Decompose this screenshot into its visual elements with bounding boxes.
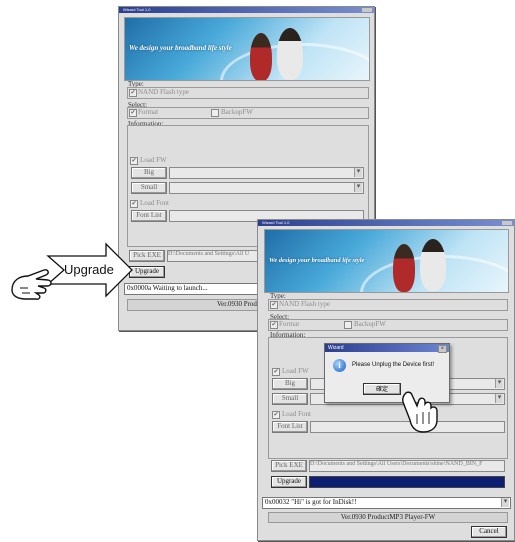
- upgrade-progress-bar: [309, 476, 505, 488]
- banner-person-man: [420, 239, 446, 291]
- dialog-titlebar[interactable]: Wizard: [325, 344, 449, 352]
- select-group: ✔ Format BackupFW: [268, 319, 508, 331]
- banner-slogan: We design your broadband life style: [269, 257, 365, 264]
- load-fw-checkbox[interactable]: ✔: [130, 157, 138, 165]
- type-radio[interactable]: ✔: [270, 301, 278, 309]
- load-font-checkbox[interactable]: ✔: [130, 200, 138, 208]
- version-label: Ver.0930 ProductMP3 Player-FW: [268, 512, 508, 523]
- window-title: Wizard Tool 1.0: [262, 220, 290, 225]
- dialog-ok-button[interactable]: 確定: [363, 383, 401, 395]
- load-fw-label: Load FW: [140, 156, 167, 164]
- small-button[interactable]: Small: [131, 182, 167, 194]
- info-icon: i: [333, 359, 346, 372]
- load-fw-checkbox[interactable]: ✔: [272, 368, 280, 376]
- load-font-label: Load Font: [282, 410, 311, 418]
- window-titlebar[interactable]: Wizard Tool 1.0: [119, 7, 374, 13]
- wizard-window-front: Wizard Tool 1.0 We design your broadband…: [257, 219, 515, 541]
- status-field[interactable]: 0x00032 "Hi" is got for InDisk!!: [262, 497, 511, 509]
- window-controls[interactable]: [502, 221, 512, 225]
- window-controls[interactable]: [362, 8, 372, 12]
- dialog-title: Wizard: [328, 345, 344, 351]
- big-fw-select[interactable]: [169, 167, 364, 179]
- backup-checkbox[interactable]: [344, 321, 352, 329]
- banner-image: We design your broadband life style: [124, 17, 370, 81]
- window-title: Wizard Tool 1.0: [123, 7, 151, 12]
- format-checkbox[interactable]: ✔: [270, 321, 278, 329]
- big-button[interactable]: Big: [272, 378, 308, 390]
- small-button[interactable]: Small: [272, 393, 308, 405]
- font-list-button[interactable]: Font List: [131, 210, 167, 222]
- banner-person-woman: [250, 33, 272, 80]
- format-label: Format: [138, 108, 159, 116]
- font-list-button[interactable]: Font List: [272, 421, 308, 433]
- format-label: Format: [279, 320, 300, 328]
- format-checkbox[interactable]: ✔: [129, 109, 137, 117]
- type-radio[interactable]: ✔: [129, 89, 137, 97]
- pick-exe-button[interactable]: Pick EXE: [271, 460, 307, 472]
- load-font-label: Load Font: [140, 199, 169, 207]
- backup-checkbox[interactable]: [211, 109, 219, 117]
- backup-label: BackupFW: [354, 320, 386, 328]
- backup-label: BackupFW: [221, 108, 253, 116]
- banner-person-man: [277, 28, 303, 80]
- load-fw-label: Load FW: [282, 367, 309, 375]
- type-group: ✔ NAND Flash type: [268, 299, 508, 311]
- upgrade-button[interactable]: Upgrade: [271, 476, 307, 488]
- window-titlebar[interactable]: Wizard Tool 1.0: [258, 220, 514, 226]
- small-fw-select[interactable]: [169, 182, 364, 194]
- load-font-checkbox[interactable]: ✔: [272, 411, 280, 419]
- select-group: ✔ Format BackupFW: [127, 107, 369, 119]
- banner-person-woman: [393, 244, 415, 292]
- dialog-close-button[interactable]: ×: [438, 345, 447, 353]
- big-button[interactable]: Big: [131, 167, 167, 179]
- pointing-hand-icon: [402, 391, 438, 433]
- type-group: ✔ NAND Flash type: [127, 87, 369, 99]
- banner-slogan: We design your broadband life style: [129, 44, 232, 52]
- upgrade-callout-label: Upgrade: [64, 262, 114, 277]
- type-value: NAND Flash type: [279, 300, 330, 308]
- pointing-hand-icon: [11, 269, 52, 300]
- cancel-button[interactable]: Cancel: [471, 526, 507, 538]
- type-value: NAND Flash type: [138, 88, 189, 96]
- dialog-message: Please Unplug the Device first!: [352, 362, 435, 368]
- banner-image: We design your broadband life style: [264, 229, 509, 293]
- exe-path-field[interactable]: D:\Documents and Settings\All Users\Docu…: [309, 460, 505, 472]
